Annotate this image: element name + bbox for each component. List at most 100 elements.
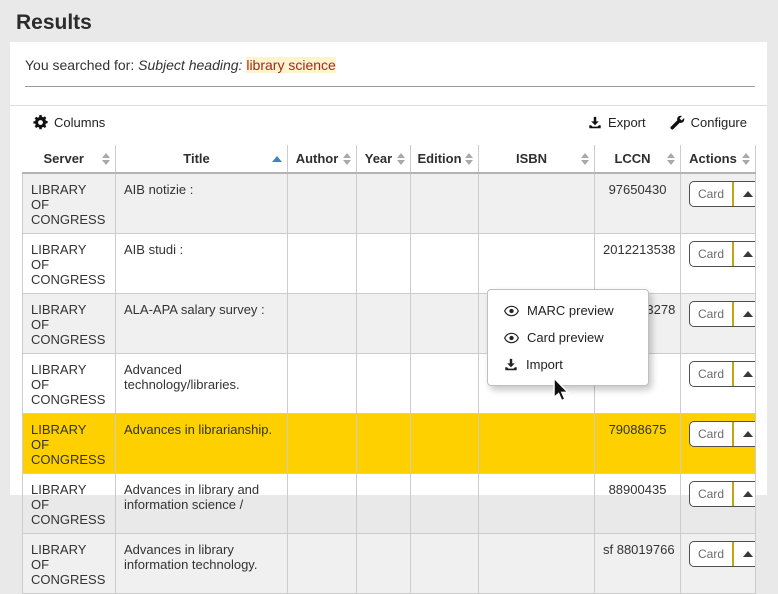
server-cell: LIBRARY OF CONGRESS xyxy=(23,534,116,594)
dropdown-toggle-button[interactable] xyxy=(734,362,755,386)
actions-cell: Card xyxy=(681,414,756,474)
page-title: Results xyxy=(0,0,778,45)
server-cell: LIBRARY OF CONGRESS xyxy=(23,474,116,534)
sort-asc-icon xyxy=(272,156,282,162)
sort-both-icon xyxy=(102,153,110,165)
export-button[interactable]: Export xyxy=(588,115,646,130)
dropdown-toggle-button[interactable] xyxy=(734,482,755,506)
isbn-cell xyxy=(479,173,595,234)
sort-both-icon xyxy=(742,153,750,165)
menu-item-card-preview[interactable]: Card preview xyxy=(488,324,648,351)
isbn-cell xyxy=(479,234,595,294)
sort-both-icon xyxy=(397,153,405,165)
search-field-label: Subject heading: xyxy=(138,57,246,73)
column-header-server[interactable]: Server xyxy=(23,145,116,173)
actions-cell: Card xyxy=(681,354,756,414)
card-split-button: Card xyxy=(689,421,756,447)
column-header-actions[interactable]: Actions xyxy=(681,145,756,173)
column-header-lccn[interactable]: LCCN xyxy=(595,145,681,173)
card-split-button: Card xyxy=(689,361,756,387)
card-button[interactable]: Card xyxy=(690,302,734,326)
search-summary: You searched for: Subject heading: libra… xyxy=(10,42,767,86)
year-cell xyxy=(357,234,411,294)
lccn-cell: 79088675 xyxy=(595,414,681,474)
title-cell: Advances in library and information scie… xyxy=(116,474,288,534)
card-button[interactable]: Card xyxy=(690,182,734,206)
caret-up-icon xyxy=(743,491,753,497)
column-header-edition[interactable]: Edition xyxy=(411,145,479,173)
dropdown-toggle-button[interactable] xyxy=(734,182,755,206)
card-button[interactable]: Card xyxy=(690,542,734,566)
edition-cell xyxy=(411,173,479,234)
results-table-header: ServerTitleAuthorYearEditionISBNLCCNActi… xyxy=(23,145,756,173)
columns-button[interactable]: Columns xyxy=(33,115,105,130)
year-cell xyxy=(357,294,411,354)
card-button[interactable]: Card xyxy=(690,242,734,266)
menu-item-marc-preview[interactable]: MARC preview xyxy=(488,297,648,324)
results-panel: You searched for: Subject heading: libra… xyxy=(10,42,767,495)
author-cell xyxy=(288,354,357,414)
dropdown-toggle-button[interactable] xyxy=(734,542,755,566)
configure-button[interactable]: Configure xyxy=(670,115,747,130)
card-split-button: Card xyxy=(689,541,756,567)
caret-up-icon xyxy=(743,191,753,197)
caret-up-icon xyxy=(743,551,753,557)
edition-cell xyxy=(411,354,479,414)
card-split-button: Card xyxy=(689,181,756,207)
caret-up-icon xyxy=(743,311,753,317)
card-button[interactable]: Card xyxy=(690,482,734,506)
actions-cell: Card xyxy=(681,294,756,354)
caret-up-icon xyxy=(743,431,753,437)
title-cell: Advances in librarianship. xyxy=(116,414,288,474)
menu-item-label: Card preview xyxy=(527,330,604,345)
card-button[interactable]: Card xyxy=(690,362,734,386)
column-header-year[interactable]: Year xyxy=(357,145,411,173)
dropdown-toggle-button[interactable] xyxy=(734,242,755,266)
column-header-isbn[interactable]: ISBN xyxy=(479,145,595,173)
column-header-title[interactable]: Title xyxy=(116,145,288,173)
edition-cell xyxy=(411,234,479,294)
actions-cell: Card xyxy=(681,474,756,534)
caret-up-icon xyxy=(743,251,753,257)
columns-button-label: Columns xyxy=(54,115,105,130)
year-cell xyxy=(357,354,411,414)
card-button[interactable]: Card xyxy=(690,422,734,446)
title-cell: AIB studi : xyxy=(116,234,288,294)
search-term: library science xyxy=(246,57,335,73)
lccn-cell: 2012213538 xyxy=(595,234,681,294)
dropdown-toggle-button[interactable] xyxy=(734,302,755,326)
isbn-cell xyxy=(479,534,595,594)
dropdown-toggle-button[interactable] xyxy=(734,422,755,446)
divider xyxy=(25,86,755,87)
actions-cell: Card xyxy=(681,173,756,234)
edition-cell xyxy=(411,294,479,354)
author-cell xyxy=(288,234,357,294)
lccn-cell: sf 88019766 xyxy=(595,534,681,594)
caret-up-icon xyxy=(743,371,753,377)
title-cell: ALA-APA salary survey : xyxy=(116,294,288,354)
title-cell: Advanced technology/libraries. xyxy=(116,354,288,414)
export-button-label: Export xyxy=(608,115,646,130)
server-cell: LIBRARY OF CONGRESS xyxy=(23,234,116,294)
title-cell: AIB notizie : xyxy=(116,173,288,234)
table-row: LIBRARY OF CONGRESSAIB notizie :97650430… xyxy=(23,173,756,234)
column-header-author[interactable]: Author xyxy=(288,145,357,173)
isbn-cell xyxy=(479,414,595,474)
menu-item-import[interactable]: Import xyxy=(488,351,648,378)
table-row: LIBRARY OF CONGRESSAdvances in library a… xyxy=(23,474,756,534)
author-cell xyxy=(288,534,357,594)
author-cell xyxy=(288,294,357,354)
import-icon xyxy=(504,358,518,372)
gear-icon xyxy=(33,115,48,130)
search-summary-prefix: You searched for: xyxy=(25,57,138,73)
table-row: LIBRARY OF CONGRESSAdvances in librarian… xyxy=(23,414,756,474)
sort-both-icon xyxy=(667,153,675,165)
sort-both-icon xyxy=(343,153,351,165)
eye-icon xyxy=(504,305,519,317)
table-toolbar: Columns Export Configure xyxy=(10,106,767,130)
server-cell: LIBRARY OF CONGRESS xyxy=(23,354,116,414)
menu-item-label: MARC preview xyxy=(527,303,614,318)
table-row: LIBRARY OF CONGRESSAdvances in library i… xyxy=(23,534,756,594)
edition-cell xyxy=(411,474,479,534)
wrench-icon xyxy=(670,115,685,130)
